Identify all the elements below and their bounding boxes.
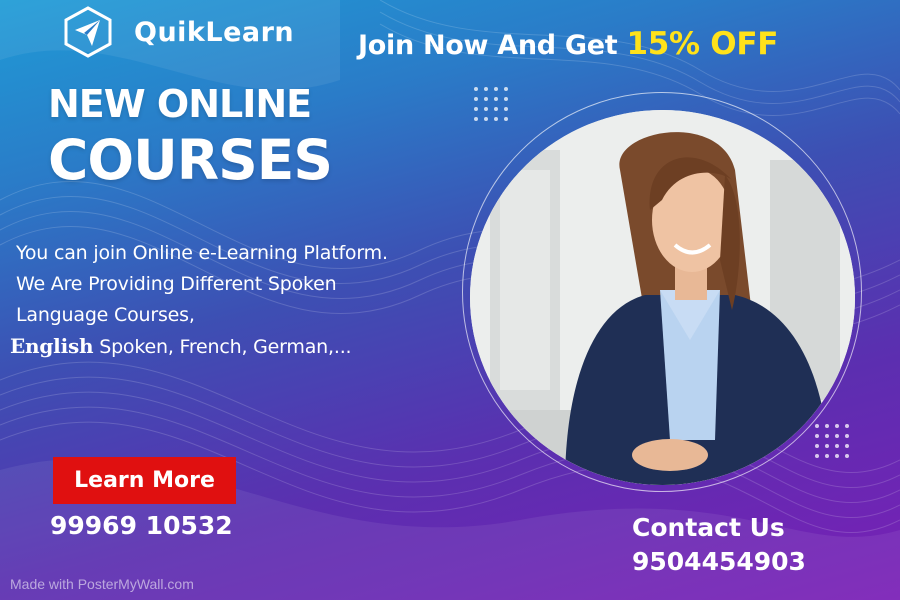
contact-title: Contact Us: [632, 513, 785, 542]
promo-discount: 15% OFF: [626, 26, 779, 62]
contact-phone[interactable]: 9504454903: [632, 547, 806, 576]
phone-number[interactable]: 99969 10532: [50, 511, 233, 540]
promo-text: Join Now And Get: [358, 30, 618, 61]
description-line: English Spoken, French, German,...: [10, 331, 446, 363]
logo[interactable]: QuikLearn: [62, 6, 294, 58]
description-languages-rest: Spoken, French, German,...: [93, 336, 352, 358]
course-description: You can join Online e-Learning Platform.…: [10, 238, 446, 363]
paper-plane-hexagon-icon: [64, 6, 112, 58]
promo-banner: Join Now And Get 15% OFF: [358, 26, 778, 62]
description-line: We Are Providing Different Spoken: [16, 273, 337, 295]
description-line: Language Courses,: [16, 304, 195, 326]
dot-grid-decoration: [474, 87, 508, 121]
woman-at-laptop-illustration: [470, 110, 855, 485]
watermark: Made with PosterMyWall.com: [10, 576, 194, 592]
woman-photo: [470, 110, 855, 485]
dot-grid-decoration: [815, 424, 849, 458]
learn-more-button[interactable]: Learn More: [53, 457, 236, 504]
headline-line1: NEW ONLINE: [48, 82, 312, 126]
description-language-english: English: [10, 334, 94, 358]
poster: QuikLearn Join Now And Get 15% OFF NEW O…: [0, 0, 900, 600]
description-line: You can join Online e-Learning Platform.: [16, 242, 388, 264]
brand-name: QuikLearn: [134, 16, 295, 48]
headline-line2: COURSES: [48, 128, 333, 192]
